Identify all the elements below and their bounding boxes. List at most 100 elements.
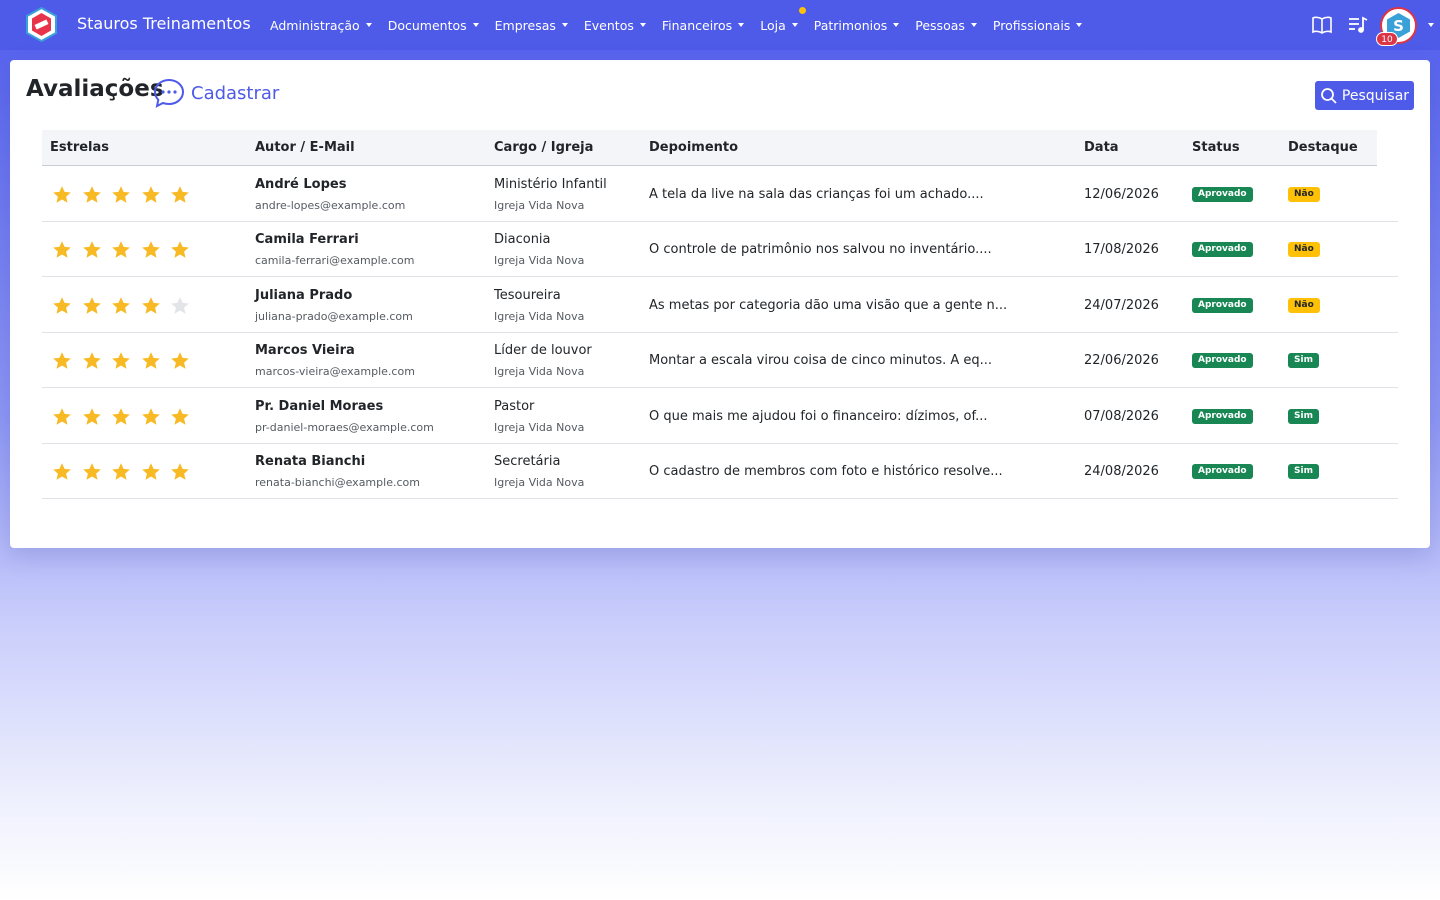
search-button[interactable]: Pesquisar (1315, 81, 1414, 110)
nav-documentos[interactable]: Documentos (380, 18, 487, 33)
nav-label: Loja (760, 17, 786, 33)
status-badge: Aprovado (1192, 353, 1253, 369)
nav-label: Empresas (494, 17, 556, 33)
chat-bubble-icon (153, 78, 185, 108)
author-email: pr-daniel-moraes@example.com (255, 420, 434, 434)
nav-label: Profissionais (992, 17, 1071, 33)
playlist-icon[interactable] (1346, 13, 1370, 37)
highlight-badge: Sim (1288, 464, 1319, 479)
column-header-role[interactable]: Cargo / Igreja (494, 140, 593, 155)
star-filled-icon (112, 241, 130, 259)
church: Igreja Vida Nova (494, 199, 585, 212)
star-filled-icon (141, 352, 160, 369)
star-filled-icon (171, 186, 189, 203)
search-label: Pesquisar (1341, 87, 1410, 104)
column-header-status[interactable]: Status (1192, 140, 1240, 155)
nav-patrimonios[interactable]: Patrimonios (806, 18, 908, 33)
caret-down-icon (738, 23, 745, 27)
star-filled-icon (82, 407, 101, 425)
table-row[interactable]: Marcos Vieira marcos-vieira@example.com Lí… (42, 333, 1398, 389)
table-row[interactable]: Renata Bianchi renata-bianchi@example.com… (42, 444, 1398, 499)
author-name: André Lopes (255, 177, 347, 192)
testimony: Montar a escala virou coisa de cinco min… (649, 353, 993, 369)
add-review-label: Cadastrar (191, 82, 280, 104)
column-header-author[interactable]: Autor / E-Mail (255, 140, 355, 155)
column-header-date[interactable]: Data (1084, 140, 1119, 155)
nav-empresas[interactable]: Empresas (487, 18, 576, 33)
role: Líder de louvor (494, 343, 592, 359)
nav-financeiros[interactable]: Financeiros (654, 18, 752, 33)
status-badge: Aprovado (1192, 408, 1253, 424)
star-empty-icon (171, 296, 189, 314)
church: Igreja Vida Nova (494, 476, 585, 489)
star-filled-icon (53, 186, 71, 203)
author-name: Renata Bianchi (255, 454, 366, 469)
notification-dot (798, 6, 806, 14)
table-row[interactable]: Pr. Daniel Moraes pr-daniel-moraes@exampl… (42, 389, 1398, 444)
reviews-card: Avaliações Cadastrar Pesquisar Estrelas … (10, 60, 1430, 548)
highlight-badge: Não (1288, 187, 1320, 202)
nav-label: Eventos (583, 17, 634, 33)
nav-profissionais[interactable]: Profissionais (985, 18, 1090, 33)
status-badge: Aprovado (1192, 187, 1253, 202)
page-title: Avaliações (26, 76, 164, 102)
caret-down-icon (893, 23, 900, 27)
nav-loja[interactable]: Loja (752, 6, 806, 33)
caret-down-icon (561, 23, 568, 27)
caret-down-icon (472, 23, 479, 27)
star-filled-icon (82, 463, 101, 480)
testimony: O cadastro de membros com foto e históri… (649, 464, 1003, 479)
role: Pastor (494, 398, 535, 414)
star-filled-icon (171, 463, 189, 480)
table-row[interactable]: André Lopes andre-lopes@example.com Minist… (42, 167, 1398, 222)
church: Igreja Vida Nova (494, 420, 585, 434)
testimony: A tela da live na sala das crianças foi … (649, 187, 984, 202)
star-filled-icon (82, 241, 101, 259)
table-row[interactable]: Camila Ferrari camila-ferrari@example.com… (42, 222, 1398, 278)
search-icon (1321, 87, 1337, 104)
highlight-badge: Sim (1288, 353, 1319, 369)
role: Tesoureira (494, 287, 561, 303)
church: Igreja Vida Nova (494, 309, 585, 323)
star-filled-icon (141, 407, 160, 425)
brand-logo-icon[interactable] (24, 6, 59, 43)
star-rating (52, 296, 200, 316)
highlight-badge: Não (1288, 242, 1320, 258)
status-badge: Aprovado (1192, 297, 1253, 313)
star-filled-icon (112, 186, 130, 203)
notification-count-badge: 10 (1376, 32, 1398, 46)
column-header-stars[interactable]: Estrelas (50, 140, 109, 155)
caret-down-icon (1076, 23, 1083, 27)
highlight-badge: Sim (1288, 408, 1319, 424)
caret-down-icon[interactable] (1428, 23, 1434, 27)
nav-eventos[interactable]: Eventos (576, 18, 654, 33)
review-date: 07/08/2026 (1084, 408, 1159, 424)
caret-down-icon (365, 23, 372, 27)
star-filled-icon (82, 186, 101, 203)
star-filled-icon (112, 407, 130, 425)
author-name: Marcos Vieira (255, 343, 355, 359)
add-review-button[interactable]: Cadastrar (153, 78, 279, 108)
review-date: 24/08/2026 (1084, 464, 1159, 479)
nav-administracao[interactable]: Administração (262, 18, 380, 33)
star-filled-icon (171, 407, 189, 425)
nav-label: Documentos (387, 17, 467, 33)
table-row[interactable]: Juliana Prado juliana-prado@example.com Te… (42, 278, 1398, 333)
testimony: As metas por categoria dão uma visão que… (649, 297, 1008, 313)
column-header-testimony[interactable]: Depoimento (649, 140, 738, 155)
caret-down-icon (791, 23, 798, 27)
star-filled-icon (141, 241, 160, 259)
star-filled-icon (141, 186, 160, 203)
column-header-highlight[interactable]: Destaque (1288, 140, 1358, 155)
book-icon[interactable] (1310, 13, 1334, 37)
brand-name[interactable]: Stauros Treinamentos (77, 14, 251, 33)
testimony: O que mais me ajudou foi o financeiro: d… (649, 408, 988, 424)
review-date: 17/08/2026 (1084, 242, 1159, 258)
nav-label: Financeiros (661, 17, 733, 33)
nav-pessoas[interactable]: Pessoas (907, 18, 985, 33)
star-rating (52, 351, 200, 371)
author-email: juliana-prado@example.com (255, 309, 413, 323)
main-menu: Administração Documentos Empresas Evento… (262, 0, 1090, 50)
church: Igreja Vida Nova (494, 365, 585, 379)
star-filled-icon (82, 352, 101, 369)
